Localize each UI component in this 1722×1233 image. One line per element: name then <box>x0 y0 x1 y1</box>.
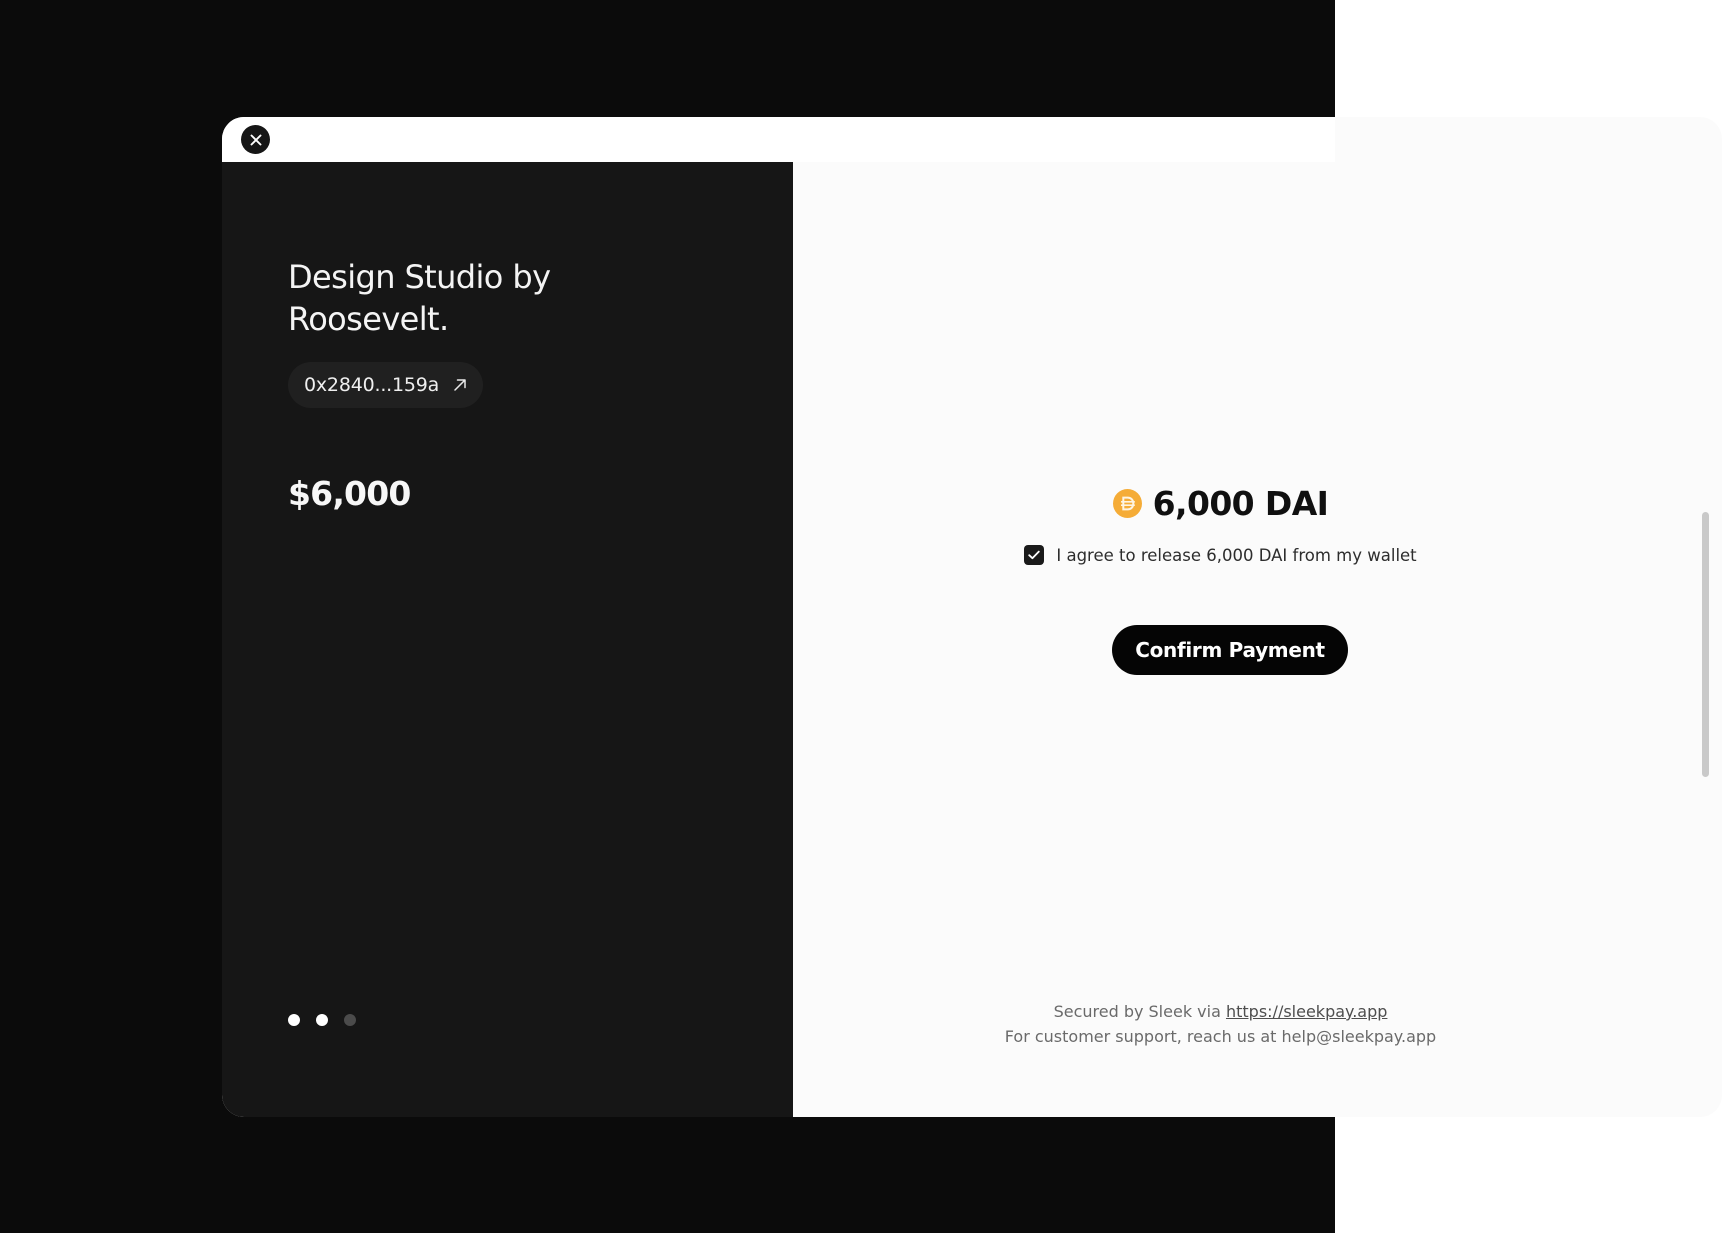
price: $6,000 <box>288 474 411 513</box>
scrollbar-thumb[interactable] <box>1702 512 1709 777</box>
wallet-address: 0x2840...159a <box>304 374 440 396</box>
close-button[interactable] <box>241 125 270 154</box>
carousel-dot[interactable] <box>344 1014 356 1026</box>
sleekpay-link[interactable]: https://sleekpay.app <box>1226 1002 1387 1021</box>
support-text: For customer support, reach us at help@s… <box>1004 1027 1437 1046</box>
merchant-panel: Design Studio by Roosevelt. 0x2840...159… <box>222 162 793 1117</box>
payment-amount: 6,000 DAI <box>1152 484 1329 523</box>
agreement-label: I agree to release 6,000 DAI from my wal… <box>1056 545 1417 565</box>
confirm-payment-button[interactable]: Confirm Payment <box>1112 625 1348 675</box>
wallet-address-link[interactable]: 0x2840...159a <box>288 362 484 408</box>
agreement-checkbox[interactable] <box>1024 545 1045 565</box>
secured-by-line: Secured by Sleek via https://sleekpay.ap… <box>793 999 1648 1024</box>
close-icon <box>250 134 261 145</box>
merchant-name: Design Studio by Roosevelt. <box>288 258 551 338</box>
modal-top-bar <box>222 117 1335 162</box>
carousel-dot[interactable] <box>316 1014 328 1026</box>
check-icon <box>1028 550 1041 560</box>
carousel-dot[interactable] <box>288 1014 300 1026</box>
footer: Secured by Sleek via https://sleekpay.ap… <box>793 999 1648 1049</box>
payment-modal: Design Studio by Roosevelt. 0x2840...159… <box>222 117 1722 1117</box>
arrow-up-right-icon <box>454 379 466 391</box>
carousel-dots <box>288 1014 356 1026</box>
payment-amount-row: 6,000 DAI <box>793 484 1648 523</box>
secured-by-text: Secured by Sleek via <box>1053 1002 1221 1021</box>
payment-panel: 6,000 DAI I agree to release 6,000 DAI f… <box>793 162 1722 1117</box>
dai-coin-icon <box>1112 489 1142 518</box>
agreement-row: I agree to release 6,000 DAI from my wal… <box>793 545 1648 565</box>
